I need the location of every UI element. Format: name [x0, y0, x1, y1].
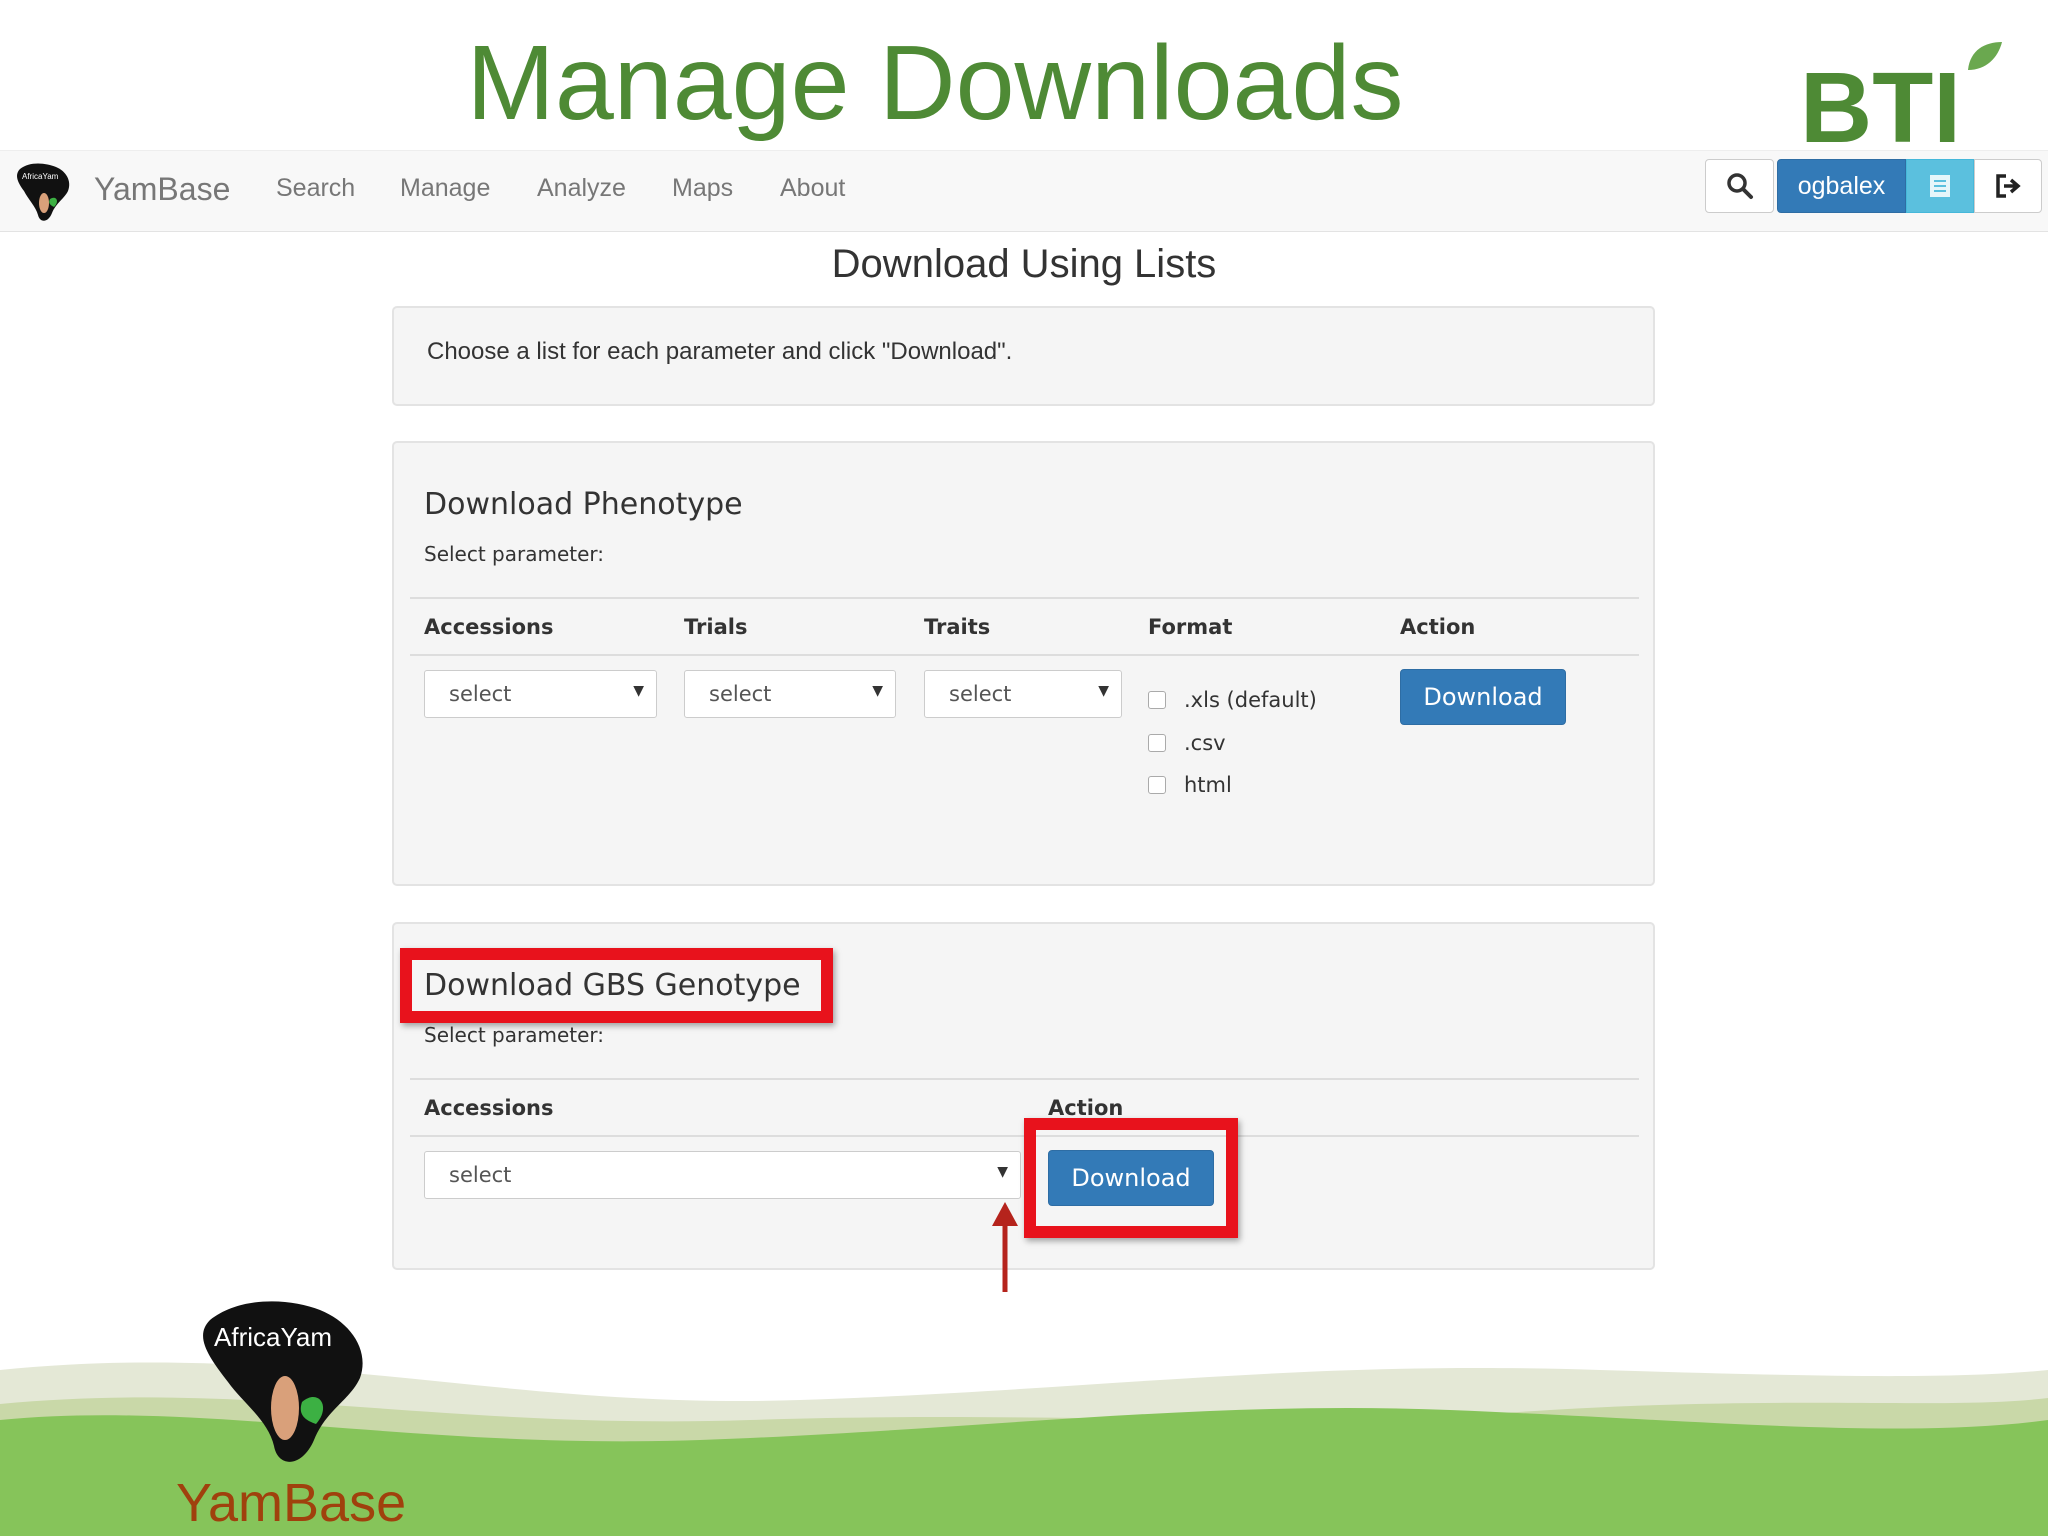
- trials-select[interactable]: select ▼: [684, 670, 896, 718]
- format-label: .csv: [1184, 731, 1226, 755]
- info-text: Choose a list for each parameter and cli…: [427, 338, 1013, 365]
- chevron-down-icon: ▼: [633, 683, 644, 699]
- traits-select-value: select: [949, 682, 1012, 706]
- genotype-subtitle: Select parameter:: [424, 1023, 605, 1047]
- genotype-accessions-select[interactable]: select ▼: [424, 1151, 1021, 1199]
- nav-link-analyze[interactable]: Analyze: [537, 174, 626, 203]
- nav-link-manage[interactable]: Manage: [400, 174, 490, 203]
- navbar: AfricaYam YamBase Search Manage Analyze …: [0, 150, 2048, 232]
- highlight-box-download: [1024, 1118, 1238, 1238]
- notes-button[interactable]: [1906, 159, 1974, 213]
- info-panel: Choose a list for each parameter and cli…: [392, 306, 1655, 406]
- nav-logo-text: AfricaYam: [22, 172, 59, 181]
- checkbox[interactable]: [1148, 734, 1166, 752]
- accessions-select[interactable]: select ▼: [424, 670, 657, 718]
- phenotype-download-button[interactable]: Download: [1400, 669, 1566, 725]
- checkbox[interactable]: [1148, 691, 1166, 709]
- column-accessions: Accessions: [424, 1096, 554, 1120]
- nav-link-about[interactable]: About: [780, 174, 845, 203]
- africayam-footer-logo: AfricaYam: [190, 1290, 380, 1480]
- search-icon: [1726, 173, 1753, 199]
- format-option-xls[interactable]: .xls (default): [1148, 688, 1317, 712]
- footer-logo-text: AfricaYam: [214, 1322, 332, 1352]
- africayam-nav-logo[interactable]: AfricaYam: [12, 159, 76, 225]
- phenotype-title: Download Phenotype: [424, 487, 743, 522]
- slide-title: Manage Downloads: [466, 24, 1404, 142]
- chevron-down-icon: ▼: [1098, 683, 1109, 699]
- highlight-box-title: [400, 948, 833, 1023]
- bti-logo-text: BTI: [1800, 52, 1961, 150]
- arrow-annotation: [992, 1202, 1018, 1292]
- chevron-down-icon: ▼: [872, 683, 883, 699]
- traits-select[interactable]: select ▼: [924, 670, 1122, 718]
- column-action: Action: [1400, 615, 1476, 639]
- page-heading: Download Using Lists: [831, 242, 1217, 286]
- phenotype-subtitle: Select parameter:: [424, 542, 605, 566]
- navbar-brand[interactable]: YamBase: [94, 171, 230, 208]
- user-button[interactable]: ogbalex: [1777, 159, 1906, 213]
- notes-icon: [1930, 175, 1950, 197]
- divider: [410, 654, 1639, 656]
- format-option-csv[interactable]: .csv: [1148, 731, 1226, 755]
- column-action: Action: [1048, 1096, 1124, 1120]
- trials-select-value: select: [709, 682, 772, 706]
- format-option-html[interactable]: html: [1148, 773, 1232, 797]
- format-label: .xls (default): [1184, 688, 1317, 712]
- divider: [410, 1078, 1639, 1080]
- footer-label: YamBase: [176, 1473, 407, 1533]
- search-button[interactable]: [1705, 159, 1774, 213]
- format-label: html: [1184, 773, 1232, 797]
- column-format: Format: [1148, 615, 1233, 639]
- nav-link-maps[interactable]: Maps: [672, 174, 733, 203]
- logout-button[interactable]: [1974, 159, 2042, 213]
- bti-logo: BTI: [1790, 20, 2020, 164]
- nav-link-search[interactable]: Search: [276, 174, 355, 203]
- column-traits: Traits: [924, 615, 991, 639]
- divider: [410, 597, 1639, 599]
- phenotype-panel: Download Phenotype Select parameter: Acc…: [392, 441, 1655, 886]
- column-accessions: Accessions: [424, 615, 554, 639]
- genotype-select-value: select: [449, 1163, 512, 1187]
- column-trials: Trials: [684, 615, 748, 639]
- chevron-down-icon: ▼: [997, 1164, 1008, 1180]
- logout-icon: [1996, 174, 2021, 198]
- checkbox[interactable]: [1148, 776, 1166, 794]
- accessions-select-value: select: [449, 682, 512, 706]
